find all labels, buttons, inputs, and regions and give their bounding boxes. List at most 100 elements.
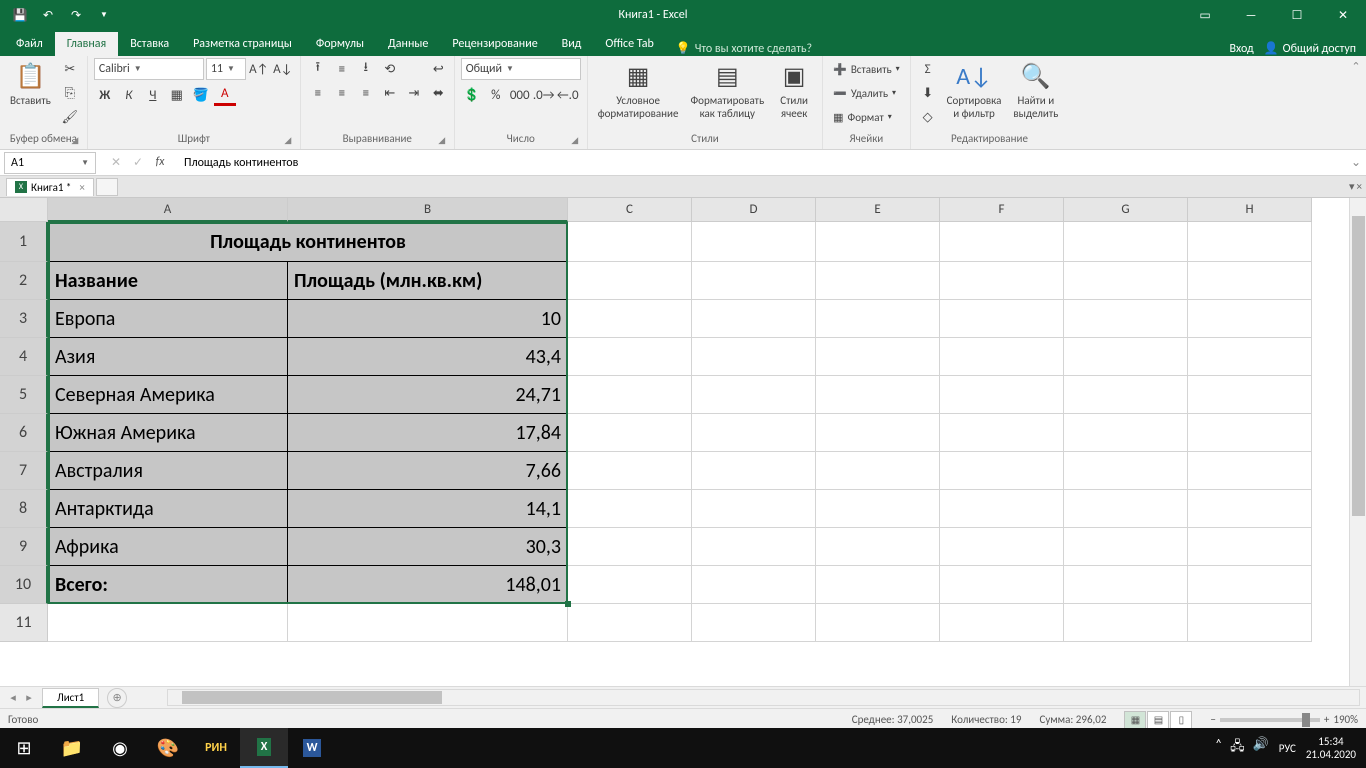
- cell[interactable]: [816, 376, 940, 414]
- conditional-formatting-button[interactable]: ▦Условное форматирование: [594, 58, 683, 122]
- cancel-icon[interactable]: ✕: [106, 155, 126, 170]
- col-header[interactable]: D: [692, 198, 816, 222]
- paint-icon[interactable]: 🎨: [144, 728, 192, 768]
- cell[interactable]: [940, 262, 1064, 300]
- cell[interactable]: [48, 604, 288, 642]
- cell[interactable]: 10: [288, 300, 568, 338]
- cell[interactable]: Площадь континентов: [48, 222, 568, 262]
- dialog-launcher-icon[interactable]: ◢: [282, 135, 294, 147]
- indent-increase-icon[interactable]: ⇥: [403, 82, 425, 104]
- sort-filter-button[interactable]: A↓Сортировка и фильтр: [943, 58, 1006, 122]
- delete-cells-button[interactable]: ➖Удалить▾: [829, 82, 900, 104]
- new-sheet-icon[interactable]: ⊕: [107, 688, 127, 708]
- font-name-combo[interactable]: Calibri▼: [94, 58, 204, 80]
- fill-color-icon[interactable]: 🪣: [190, 84, 212, 106]
- cell[interactable]: [1064, 376, 1188, 414]
- row-header[interactable]: 8: [0, 490, 48, 528]
- col-header[interactable]: E: [816, 198, 940, 222]
- select-all-triangle[interactable]: [0, 198, 48, 222]
- decrease-decimal-icon[interactable]: ←.0: [557, 84, 579, 106]
- cell[interactable]: Площадь (млн.кв.км): [288, 262, 568, 300]
- cell[interactable]: Южная Америка: [48, 414, 288, 452]
- merge-center-icon[interactable]: ⬌: [429, 82, 448, 104]
- row-header[interactable]: 1: [0, 222, 48, 262]
- cell[interactable]: [692, 338, 816, 376]
- format-painter-icon[interactable]: 🖌: [59, 106, 81, 128]
- row-header[interactable]: 11: [0, 604, 48, 642]
- tab-home[interactable]: Главная: [55, 32, 118, 56]
- paste-button[interactable]: 📋 Вставить: [6, 58, 55, 109]
- number-format-combo[interactable]: Общий▼: [461, 58, 581, 80]
- worksheet-grid[interactable]: ABCDEFGH 1234567891011 Площадь континент…: [0, 198, 1366, 686]
- row-header[interactable]: 7: [0, 452, 48, 490]
- cell-styles-button[interactable]: ▣Стили ячеек: [772, 58, 816, 122]
- cell[interactable]: 43,4: [288, 338, 568, 376]
- zoom-in-icon[interactable]: +: [1324, 713, 1329, 726]
- row-header[interactable]: 6: [0, 414, 48, 452]
- cell[interactable]: [816, 452, 940, 490]
- fill-icon[interactable]: ⬇: [917, 82, 939, 104]
- clear-icon[interactable]: ◇: [917, 106, 939, 128]
- cell[interactable]: [940, 452, 1064, 490]
- row-header[interactable]: 3: [0, 300, 48, 338]
- workbook-tab[interactable]: X Книга1 * ×: [6, 178, 94, 196]
- cell[interactable]: [1064, 566, 1188, 604]
- cell[interactable]: Антарктида: [48, 490, 288, 528]
- share-button[interactable]: 👤Общий доступ: [1264, 41, 1356, 56]
- page-break-view-icon[interactable]: ▯: [1170, 711, 1192, 729]
- cell[interactable]: [1064, 414, 1188, 452]
- vertical-scrollbar[interactable]: [1349, 198, 1366, 686]
- cell[interactable]: [568, 262, 692, 300]
- font-size-combo[interactable]: 11▼: [206, 58, 246, 80]
- cell[interactable]: [940, 414, 1064, 452]
- cell[interactable]: [940, 222, 1064, 262]
- cell[interactable]: [1188, 490, 1312, 528]
- tab-view[interactable]: Вид: [550, 32, 594, 56]
- increase-decimal-icon[interactable]: .0→: [533, 84, 555, 106]
- cell[interactable]: Африка: [48, 528, 288, 566]
- cell[interactable]: [816, 528, 940, 566]
- row-header[interactable]: 4: [0, 338, 48, 376]
- indent-decrease-icon[interactable]: ⇤: [379, 82, 401, 104]
- bold-icon[interactable]: Ж: [94, 84, 116, 106]
- cell[interactable]: [816, 222, 940, 262]
- punto-icon[interactable]: РИН: [192, 728, 240, 768]
- col-header[interactable]: A: [48, 198, 288, 222]
- format-cells-button[interactable]: ▦Формат▾: [829, 106, 896, 128]
- collapse-ribbon-icon[interactable]: ⌃: [1346, 56, 1366, 149]
- accounting-icon[interactable]: 💲: [461, 84, 483, 106]
- tab-review[interactable]: Рецензирование: [440, 32, 549, 56]
- cell[interactable]: [940, 490, 1064, 528]
- start-icon[interactable]: ⊞: [0, 728, 48, 768]
- cell[interactable]: [1188, 222, 1312, 262]
- cell[interactable]: [1188, 414, 1312, 452]
- cell[interactable]: [940, 338, 1064, 376]
- tab-file[interactable]: Файл: [4, 32, 55, 56]
- cell[interactable]: 7,66: [288, 452, 568, 490]
- cell[interactable]: [568, 414, 692, 452]
- cell[interactable]: [1064, 490, 1188, 528]
- font-color-icon[interactable]: A: [214, 84, 236, 106]
- undo-icon[interactable]: ↶: [36, 3, 60, 27]
- page-layout-view-icon[interactable]: ▤: [1147, 711, 1169, 729]
- cell[interactable]: [1188, 528, 1312, 566]
- zoom-level[interactable]: 190%: [1333, 713, 1358, 726]
- percent-icon[interactable]: %: [485, 84, 507, 106]
- maximize-icon[interactable]: ☐: [1274, 0, 1320, 30]
- cell[interactable]: [692, 300, 816, 338]
- sheet-nav-last-icon[interactable]: ▸: [22, 691, 36, 704]
- clock[interactable]: 15:34 21.04.2020: [1306, 735, 1356, 761]
- cell[interactable]: [692, 604, 816, 642]
- cell[interactable]: 14,1: [288, 490, 568, 528]
- autosum-icon[interactable]: Σ: [917, 58, 939, 80]
- cell[interactable]: [692, 528, 816, 566]
- cell[interactable]: [288, 604, 568, 642]
- word-taskbar-icon[interactable]: W: [288, 728, 336, 768]
- cell[interactable]: [692, 566, 816, 604]
- cell[interactable]: [940, 376, 1064, 414]
- expand-formula-icon[interactable]: ⌄: [1346, 155, 1366, 170]
- cell[interactable]: [568, 338, 692, 376]
- cell[interactable]: [1064, 262, 1188, 300]
- cell[interactable]: [568, 490, 692, 528]
- cell[interactable]: [1188, 300, 1312, 338]
